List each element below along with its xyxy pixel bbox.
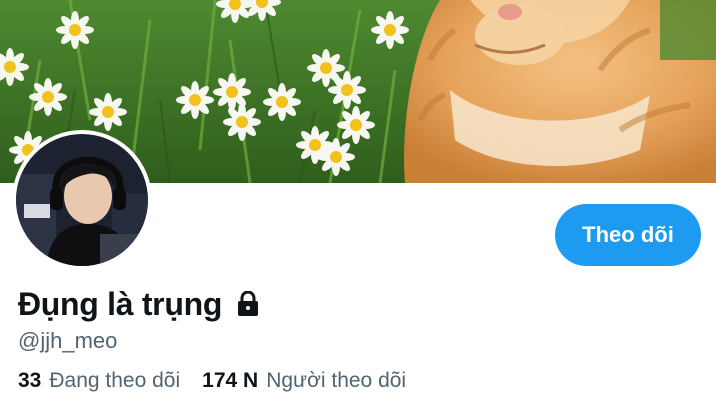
followers-label: Người theo dõi [266, 369, 407, 392]
profile-stats: 33 Đang theo dõi 174 N Người theo dõi [18, 369, 406, 393]
following-stat[interactable]: 33 Đang theo dõi [18, 369, 180, 393]
display-name: Đụng là trụng [18, 285, 223, 322]
avatar-image [16, 134, 148, 266]
lock-icon [236, 291, 260, 317]
followers-count: 174 N [202, 369, 259, 392]
following-count: 33 [18, 369, 42, 392]
followers-stat[interactable]: 174 N Người theo dõi [202, 369, 406, 393]
name-row: Đụng là trụng [18, 282, 260, 326]
follow-button[interactable]: Theo dõi [555, 204, 701, 266]
following-label: Đang theo dõi [49, 369, 181, 392]
user-handle: @jjh_meo [18, 328, 118, 353]
profile-avatar[interactable] [12, 130, 152, 270]
